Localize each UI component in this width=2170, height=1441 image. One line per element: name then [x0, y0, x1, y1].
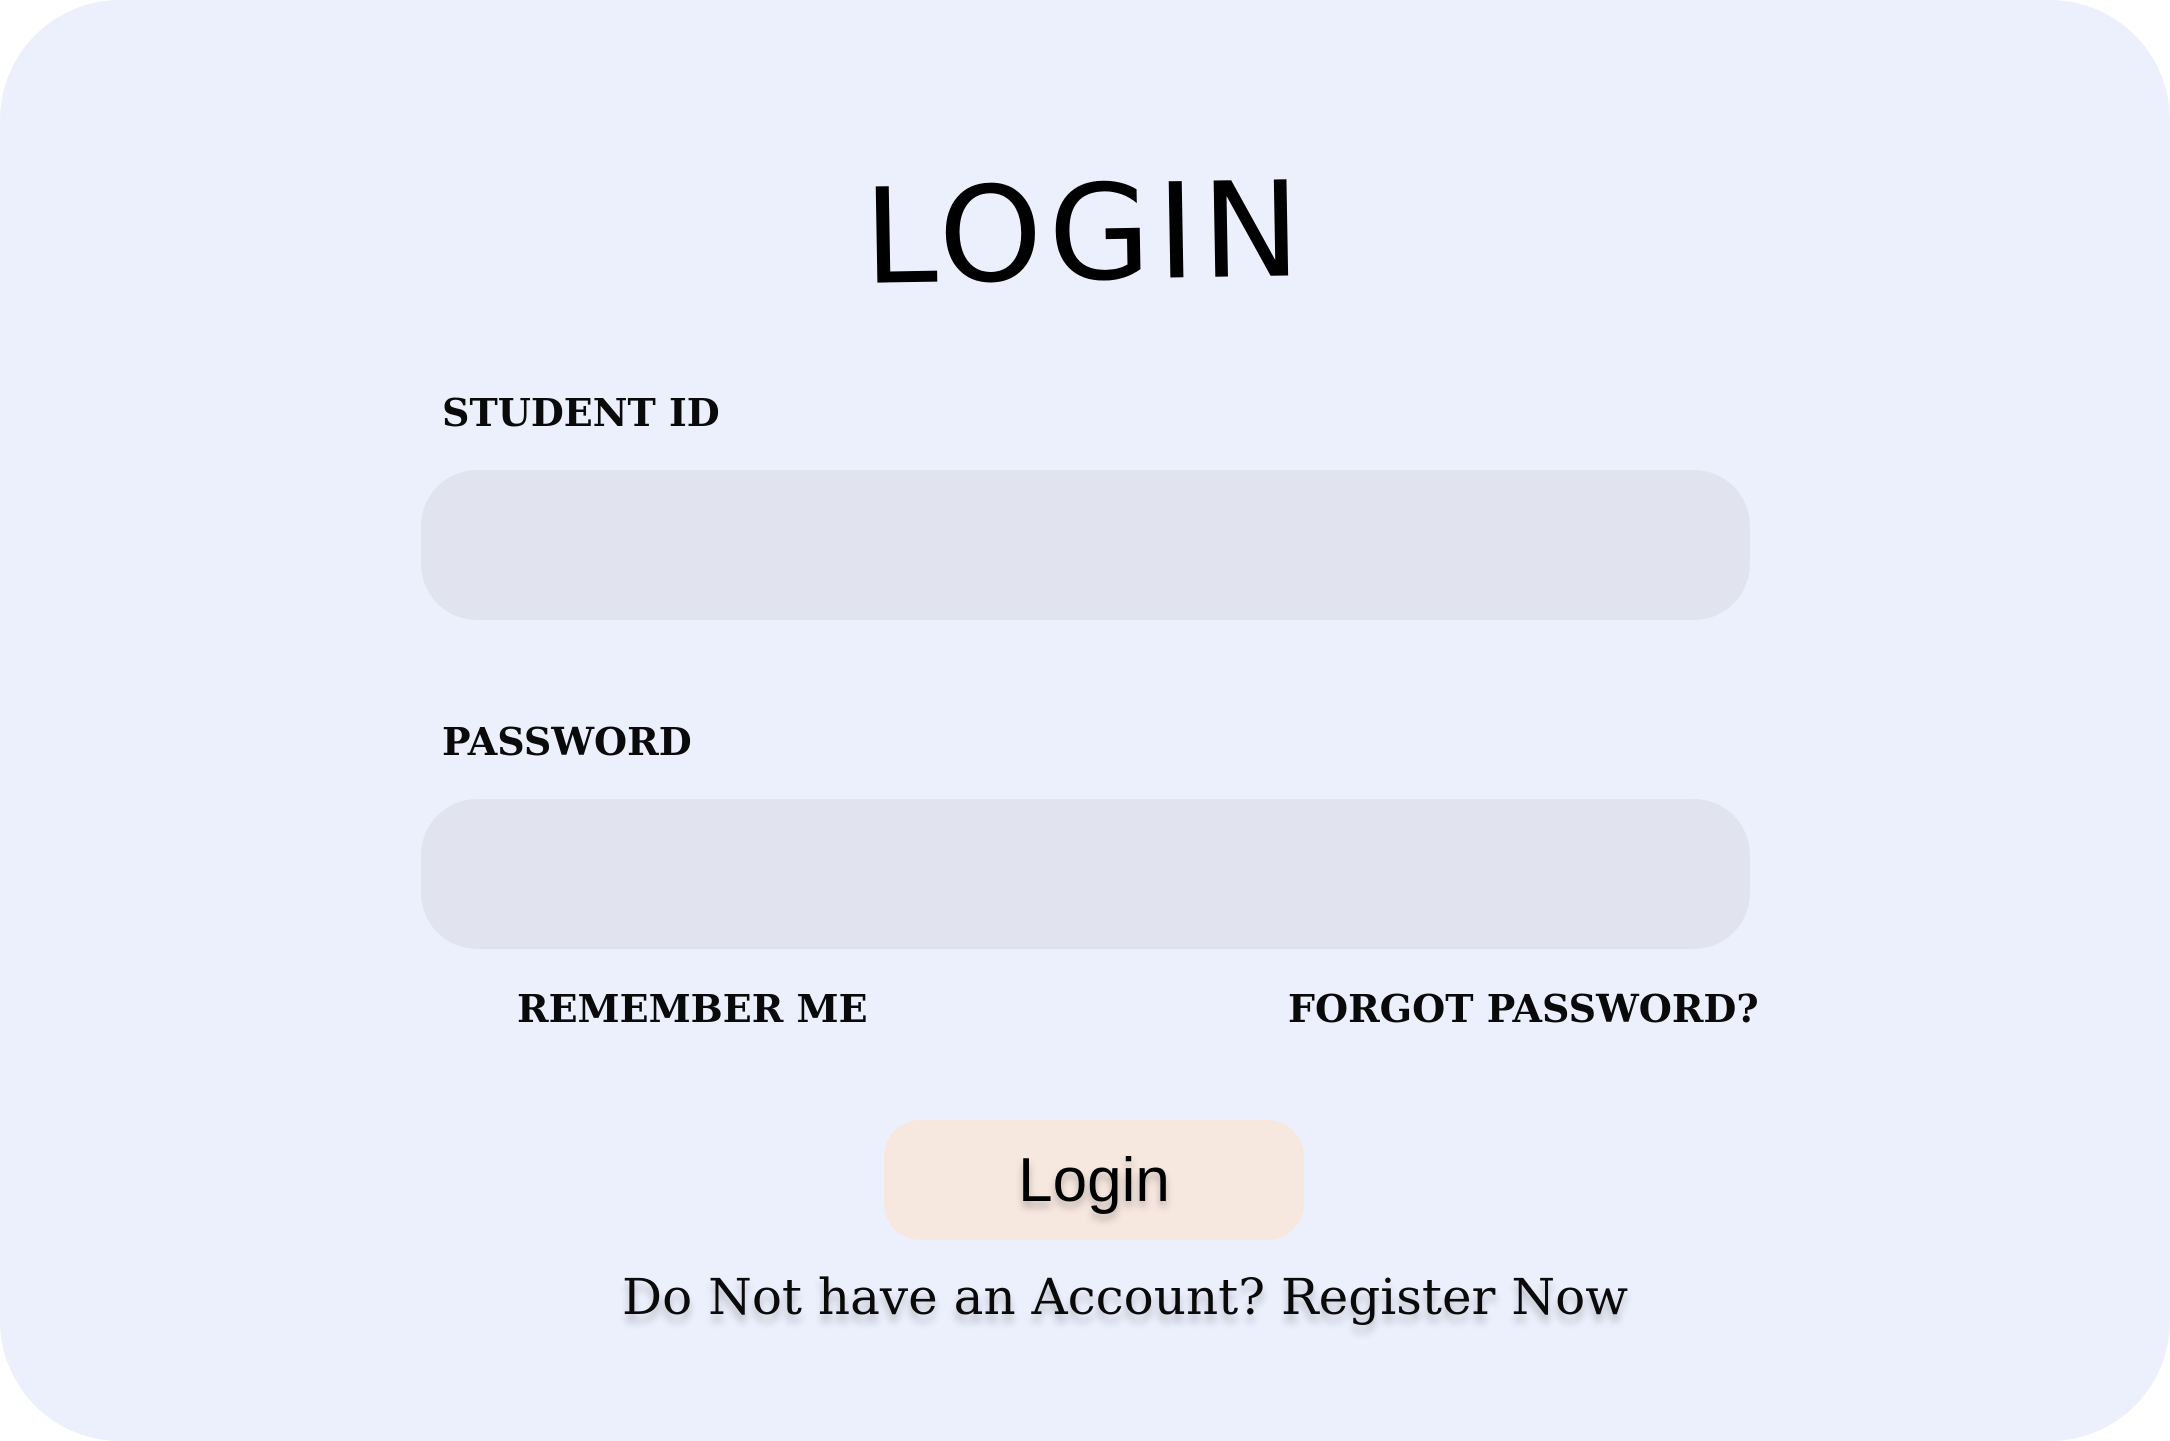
register-prompt-text: Do Not have an Account?: [621, 1268, 1266, 1326]
forgot-password-link[interactable]: FORGOT PASSWORD?: [1288, 990, 1759, 1028]
remember-me-toggle[interactable]: REMEMBER ME: [517, 990, 868, 1028]
register-prompt: Do Not have an Account? Register Now: [0, 1272, 2170, 1322]
page-title: LOGIN: [862, 153, 1308, 315]
login-button[interactable]: Login: [884, 1120, 1304, 1240]
login-card: LOGIN STUDENT ID PASSWORD REMEMBER ME FO…: [0, 0, 2170, 1441]
register-now-link[interactable]: Register Now: [1281, 1268, 1628, 1326]
student-id-input[interactable]: [421, 470, 1750, 620]
password-input[interactable]: [421, 799, 1750, 949]
password-label: PASSWORD: [442, 719, 692, 764]
student-id-label: STUDENT ID: [442, 390, 720, 435]
